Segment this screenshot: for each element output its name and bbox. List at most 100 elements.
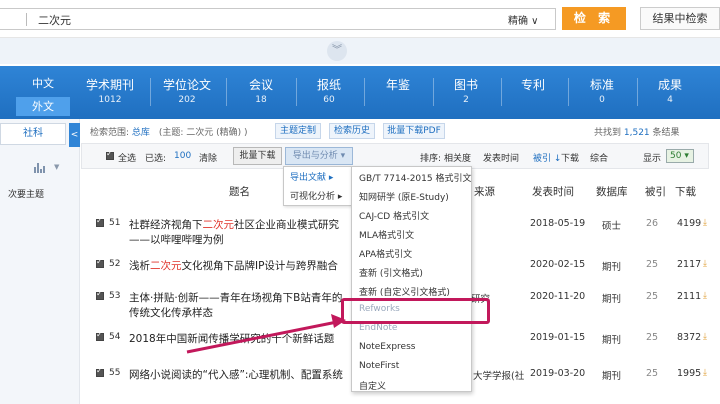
menu-item-estudy[interactable]: 知网研学 (原E-Study) xyxy=(359,190,449,203)
select-all-label[interactable]: 全选 xyxy=(118,151,136,164)
sort-download[interactable]: 下载 xyxy=(561,151,579,164)
search-query: 二次元 xyxy=(38,14,71,27)
subject-tab[interactable]: 社科 xyxy=(0,123,66,145)
download-icon[interactable]: ⤓ xyxy=(703,218,707,228)
row-title[interactable]: 2018年中国新闻传播学研究的十个新鲜话题 xyxy=(129,332,334,347)
row-title[interactable]: 主体·拼贴·创新——青年在场视角下B站青年的 传统文化传承样态 xyxy=(129,291,342,321)
select-all-checkbox[interactable] xyxy=(106,149,114,160)
menu-item-apa[interactable]: APA格式引文 xyxy=(359,247,412,260)
download-icon[interactable]: ⤓ xyxy=(703,259,707,269)
title-part: 社区企业商业模式研究 xyxy=(234,219,339,231)
row-number: 51 xyxy=(109,218,121,228)
double-chevron-down-icon[interactable]: ︾ xyxy=(327,41,347,61)
match-mode-select[interactable]: 精确 ∨ xyxy=(508,12,539,27)
topic-customize-button[interactable]: 主题定制 xyxy=(275,123,321,139)
row-date: 2020-02-15 xyxy=(530,259,586,270)
tab-achievements[interactable]: 成果 4 xyxy=(638,76,702,105)
page-size-select[interactable]: 50 ▾ xyxy=(666,149,694,163)
row-checkbox[interactable] xyxy=(96,289,104,300)
sort-overall[interactable]: 综合 xyxy=(590,151,608,164)
scope-db[interactable]: 总库 xyxy=(132,128,150,138)
search-history-button[interactable]: 检索历史 xyxy=(329,123,375,139)
bar xyxy=(40,169,42,173)
row-download: 1995 xyxy=(677,368,702,379)
tab-label: 报纸 xyxy=(316,78,341,92)
row-date: 2018-05-19 xyxy=(530,218,586,229)
row-title[interactable]: 社群经济视角下二次元社区企业商业模式研究 ——以哔哩哔哩为例 xyxy=(129,218,339,248)
tab-label: 会议 xyxy=(248,78,273,92)
header-date[interactable]: 发表时间 xyxy=(532,184,574,199)
menu-item-gbt7714[interactable]: GB/T 7714-2015 格式引文 xyxy=(359,171,471,184)
menu-item-custom[interactable]: 自定义 xyxy=(359,379,386,392)
header-title[interactable]: 题名 xyxy=(229,184,250,199)
sort-date[interactable]: 发表时间 xyxy=(483,151,519,164)
row-checkbox[interactable] xyxy=(96,366,104,377)
download-icon[interactable]: ⤓ xyxy=(703,332,707,342)
scope-topic: (主题: 二次元 (精确) ) xyxy=(158,128,248,138)
sort-relevance[interactable]: 相关度 xyxy=(444,151,471,164)
row-db: 硕士 xyxy=(602,221,622,232)
tab-conference[interactable]: 会议 18 xyxy=(229,76,293,105)
row-checkbox[interactable] xyxy=(96,257,104,268)
header-source[interactable]: 来源 xyxy=(474,184,495,199)
tab-newspaper[interactable]: 报纸 60 xyxy=(297,76,361,105)
tab-label: 学术期刊 xyxy=(85,78,134,92)
row-title[interactable]: 网络小说阅读的“代入感”:心理机制、配置系统 xyxy=(129,368,343,383)
tab-journals[interactable]: 学术期刊 1012 xyxy=(78,76,142,105)
tab-label: 成果 xyxy=(657,78,682,92)
row-cite: 25 xyxy=(646,259,659,270)
clear-selection[interactable]: 清除 xyxy=(199,151,217,164)
sort-label: 排序: xyxy=(420,154,442,164)
result-search-button[interactable]: 结果中检索 xyxy=(640,7,720,30)
tab-theses[interactable]: 学位论文 202 xyxy=(155,76,219,105)
title-part: 2018年中国新闻传播学研究的十个新鲜话题 xyxy=(129,333,335,345)
tab-divider xyxy=(568,78,569,106)
result-count: 共找到 1,521 条结果 xyxy=(594,125,680,138)
header-cite[interactable]: 被引 xyxy=(645,184,666,199)
row-title[interactable]: 浅析二次元文化视角下品牌IP设计与跨界融合 xyxy=(129,259,338,274)
search-input[interactable]: 二次元 精确 ∨ xyxy=(0,8,556,30)
batch-download-button[interactable]: 批量下载 xyxy=(233,147,282,165)
tab-count: 60 xyxy=(323,95,335,105)
menu-item-mla[interactable]: MLA格式引文 xyxy=(359,228,414,241)
row-checkbox[interactable] xyxy=(96,330,104,341)
tab-divider xyxy=(150,78,151,106)
row-source[interactable]: 大学学报(社 xyxy=(473,368,524,382)
download-icon[interactable]: ⤓ xyxy=(703,368,707,378)
tab-standards[interactable]: 标准 0 xyxy=(570,76,634,105)
search-scope: 检索范围: 总库 (主题: 二次元 (精确) ) xyxy=(90,125,247,138)
tab-chinese[interactable]: 中文 xyxy=(16,75,70,93)
menu-item-chaxin-citation[interactable]: 查新 (引文格式) xyxy=(359,266,423,279)
download-icon[interactable]: ⤓ xyxy=(703,291,707,301)
tab-foreign[interactable]: 外文 xyxy=(16,97,70,116)
menu-item-endnote[interactable]: EndNote xyxy=(359,323,397,333)
menu-item-cajcd[interactable]: CAJ-CD 格式引文 xyxy=(359,209,429,222)
header-download[interactable]: 下载 xyxy=(675,184,696,199)
menu-item-noteexpress[interactable]: NoteExpress xyxy=(359,342,415,352)
menu-item-visual-analysis[interactable]: 可视化分析 ▸ xyxy=(290,189,342,202)
citation-format-menu: GB/T 7714-2015 格式引文 知网研学 (原E-Study) CAJ-… xyxy=(351,166,472,392)
header-db[interactable]: 数据库 xyxy=(596,184,628,199)
tab-yearbook[interactable]: 年鉴 xyxy=(366,76,430,95)
tab-books[interactable]: 图书 2 xyxy=(434,76,498,105)
tab-label: 年鉴 xyxy=(385,78,410,92)
export-analyze-button[interactable]: 导出与分析 ▾ xyxy=(285,147,353,165)
menu-item-notefirst[interactable]: NoteFirst xyxy=(359,361,399,371)
row-db: 期刊 xyxy=(602,371,622,382)
row-checkbox[interactable] xyxy=(96,216,104,227)
batch-download-pdf-button[interactable]: 批量下载PDF xyxy=(383,123,445,139)
sub-topic-label[interactable]: 次要主题 xyxy=(8,187,44,200)
sort-cite[interactable]: 被引 ↓ xyxy=(533,151,561,164)
chevron-down-icon[interactable]: ▼ xyxy=(54,163,59,171)
collapse-left-panel-icon[interactable]: < xyxy=(69,123,80,147)
menu-item-chaxin-custom[interactable]: 查新 (自定义引文格式) xyxy=(359,285,450,298)
show-label: 显示 xyxy=(643,154,662,164)
title-part: 网络小说阅读的“代入感”:心理机制、配置系统 xyxy=(129,369,343,381)
tab-patents[interactable]: 专利 xyxy=(501,76,565,95)
refworks-highlight-box xyxy=(341,298,490,324)
bar-chart-icon[interactable] xyxy=(34,163,46,173)
menu-item-export-references[interactable]: 导出文献 ▸ xyxy=(290,170,333,183)
search-button[interactable]: 检 索 xyxy=(562,7,626,30)
search-divider xyxy=(26,13,27,26)
row-cite: 26 xyxy=(646,218,659,229)
